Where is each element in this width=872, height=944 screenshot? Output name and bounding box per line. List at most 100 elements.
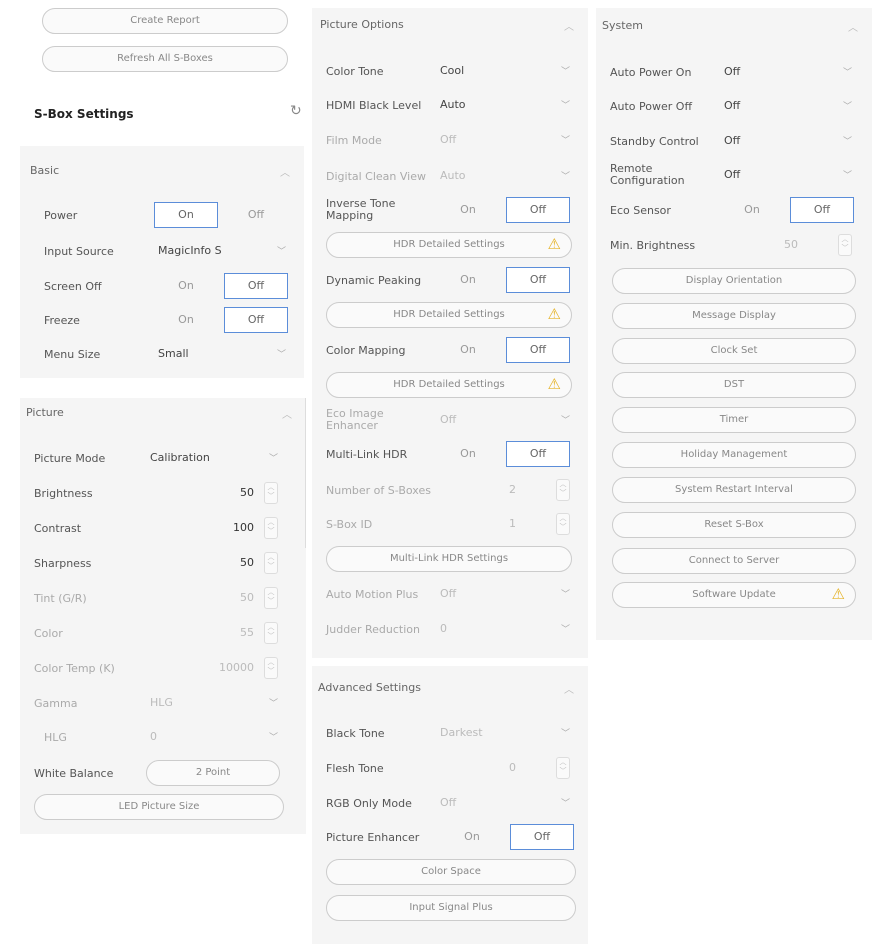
screen-off-off-toggle[interactable]: Off [224,273,288,299]
multi-link-hdr-settings-button[interactable]: Multi-Link HDR Settings [326,546,572,572]
led-picture-size-button[interactable]: LED Picture Size [34,794,284,820]
standby-control-select[interactable]: Off ﹀ [718,128,858,154]
screen-off-label: Screen Off [44,280,102,293]
eco-image-enhancer-select: Off ﹀ [434,407,576,433]
chevron-up-icon[interactable]: ︿ [848,19,858,34]
white-balance-button[interactable]: 2 Point [146,760,280,786]
eco-sensor-on-toggle[interactable]: On [720,197,784,223]
gamma-select: HLG ﹀ [144,690,284,716]
auto-power-on-select[interactable]: Off ﹀ [718,59,858,85]
spinner-icon: ︿ ﹀ [556,757,570,779]
color-space-button[interactable]: Color Space [326,859,576,885]
hdr-detailed-settings-button-2[interactable]: HDR Detailed Settings ⚠ [326,302,572,328]
dynamic-peaking-off-toggle[interactable]: Off [506,267,570,293]
color-label: Color [34,627,63,640]
menu-size-label: Menu Size [44,348,101,361]
picture-mode-select[interactable]: Calibration ﹀ [144,445,284,471]
picture-enhancer-label: Picture Enhancer [326,831,420,844]
auto-power-off-select[interactable]: Off ﹀ [718,93,858,119]
sharpness-stepper[interactable]: 50 ︿ ﹀ [144,550,284,576]
chevron-up-icon[interactable]: ︿ [564,681,574,696]
chevron-down-icon: ﹀ [560,590,570,600]
auto-motion-plus-select: Off ﹀ [434,581,576,607]
dynamic-peaking-on-toggle[interactable]: On [436,267,500,293]
color-tone-select[interactable]: Cool ﹀ [434,58,576,84]
chevron-down-icon: ﹀ [842,68,852,78]
picture-mode-label: Picture Mode [34,452,106,465]
hdr-detailed-settings-button-1[interactable]: HDR Detailed Settings ⚠ [326,232,572,258]
warning-icon: ⚠ [547,305,561,323]
input-signal-plus-button[interactable]: Input Signal Plus [326,895,576,921]
power-off-toggle[interactable]: Off [224,202,288,228]
chevron-down-icon: ﹀ [268,454,278,464]
refresh-icon[interactable]: ↻ [290,103,302,119]
hdmi-black-level-label: HDMI Black Level [326,99,422,112]
chevron-down-icon: ﹀ [560,172,570,182]
color-temp-stepper: 10000 ︿ ﹀ [144,655,284,681]
system-restart-interval-button[interactable]: System Restart Interval [612,477,856,503]
connect-to-server-button[interactable]: Connect to Server [612,548,856,574]
software-update-button[interactable]: Software Update ⚠ [612,582,856,608]
auto-power-off-label: Auto Power Off [610,100,693,113]
sbox-id-stepper: 1 ︿ ﹀ [434,511,576,537]
warning-icon: ⚠ [831,585,845,603]
multi-link-hdr-on-toggle[interactable]: On [436,441,500,467]
input-source-value: MagicInfo S [158,244,222,257]
tint-stepper: 50 ︿ ﹀ [144,585,284,611]
chevron-up-icon[interactable]: ︿ [280,164,290,179]
inverse-tone-mapping-on-toggle[interactable]: On [436,197,500,223]
color-mapping-on-toggle[interactable]: On [436,337,500,363]
auto-power-off-value: Off [724,99,741,112]
black-tone-select: Darkest ﹀ [434,720,576,746]
chevron-up-icon[interactable]: ︿ [282,406,292,421]
holiday-management-button[interactable]: Holiday Management [612,442,856,468]
brightness-stepper[interactable]: 50 ︿ ﹀ [144,480,284,506]
eco-sensor-off-toggle[interactable]: Off [790,197,854,223]
sbox-id-value: 1 [509,517,516,530]
auto-motion-plus-value: Off [440,587,457,600]
color-value: 55 [240,626,254,639]
brightness-value: 50 [240,486,254,499]
picture-enhancer-off-toggle[interactable]: Off [510,824,574,850]
message-display-button[interactable]: Message Display [612,303,856,329]
tint-value: 50 [240,591,254,604]
input-source-label: Input Source [44,245,114,258]
contrast-stepper[interactable]: 100 ︿ ﹀ [144,515,284,541]
flesh-tone-stepper: 0 ︿ ﹀ [434,755,576,781]
gamma-value: HLG [150,696,173,709]
menu-size-select[interactable]: Small ﹀ [152,341,292,367]
screen-off-on-toggle[interactable]: On [154,273,218,299]
power-on-toggle[interactable]: On [154,202,218,228]
contrast-value: 100 [233,521,254,534]
rgb-only-mode-select: Off ﹀ [434,790,576,816]
spinner-icon[interactable]: ︿ ﹀ [264,517,278,539]
freeze-on-toggle[interactable]: On [154,307,218,333]
create-report-button[interactable]: Create Report [42,8,288,34]
chevron-up-icon[interactable]: ︿ [564,18,574,33]
dst-button[interactable]: DST [612,372,856,398]
sbox-settings-title: S-Box Settings [34,107,134,121]
chevron-down-icon: ﹀ [842,102,852,112]
flesh-tone-label: Flesh Tone [326,762,384,775]
remote-configuration-select[interactable]: Off ﹀ [718,162,858,188]
clock-set-button[interactable]: Clock Set [612,338,856,364]
spinner-icon[interactable]: ︿ ﹀ [264,552,278,574]
reset-sbox-button[interactable]: Reset S-Box [612,512,856,538]
refresh-all-sboxes-button[interactable]: Refresh All S-Boxes [42,46,288,72]
multi-link-hdr-label: Multi-Link HDR [326,448,408,461]
color-mapping-off-toggle[interactable]: Off [506,337,570,363]
multi-link-hdr-off-toggle[interactable]: Off [506,441,570,467]
spinner-icon[interactable]: ︿ ﹀ [264,482,278,504]
freeze-off-toggle[interactable]: Off [224,307,288,333]
input-source-select[interactable]: MagicInfo S ﹀ [152,238,292,264]
digital-clean-view-label: Digital Clean View [326,170,426,183]
warning-icon: ⚠ [547,375,561,393]
hdr-detailed-settings-button-3[interactable]: HDR Detailed Settings ⚠ [326,372,572,398]
picture-enhancer-on-toggle[interactable]: On [440,824,504,850]
chevron-down-icon: ﹀ [560,729,570,739]
spinner-icon: ︿ ﹀ [556,513,570,535]
inverse-tone-mapping-off-toggle[interactable]: Off [506,197,570,223]
display-orientation-button[interactable]: Display Orientation [612,268,856,294]
timer-button[interactable]: Timer [612,407,856,433]
hdmi-black-level-select[interactable]: Auto ﹀ [434,92,576,118]
